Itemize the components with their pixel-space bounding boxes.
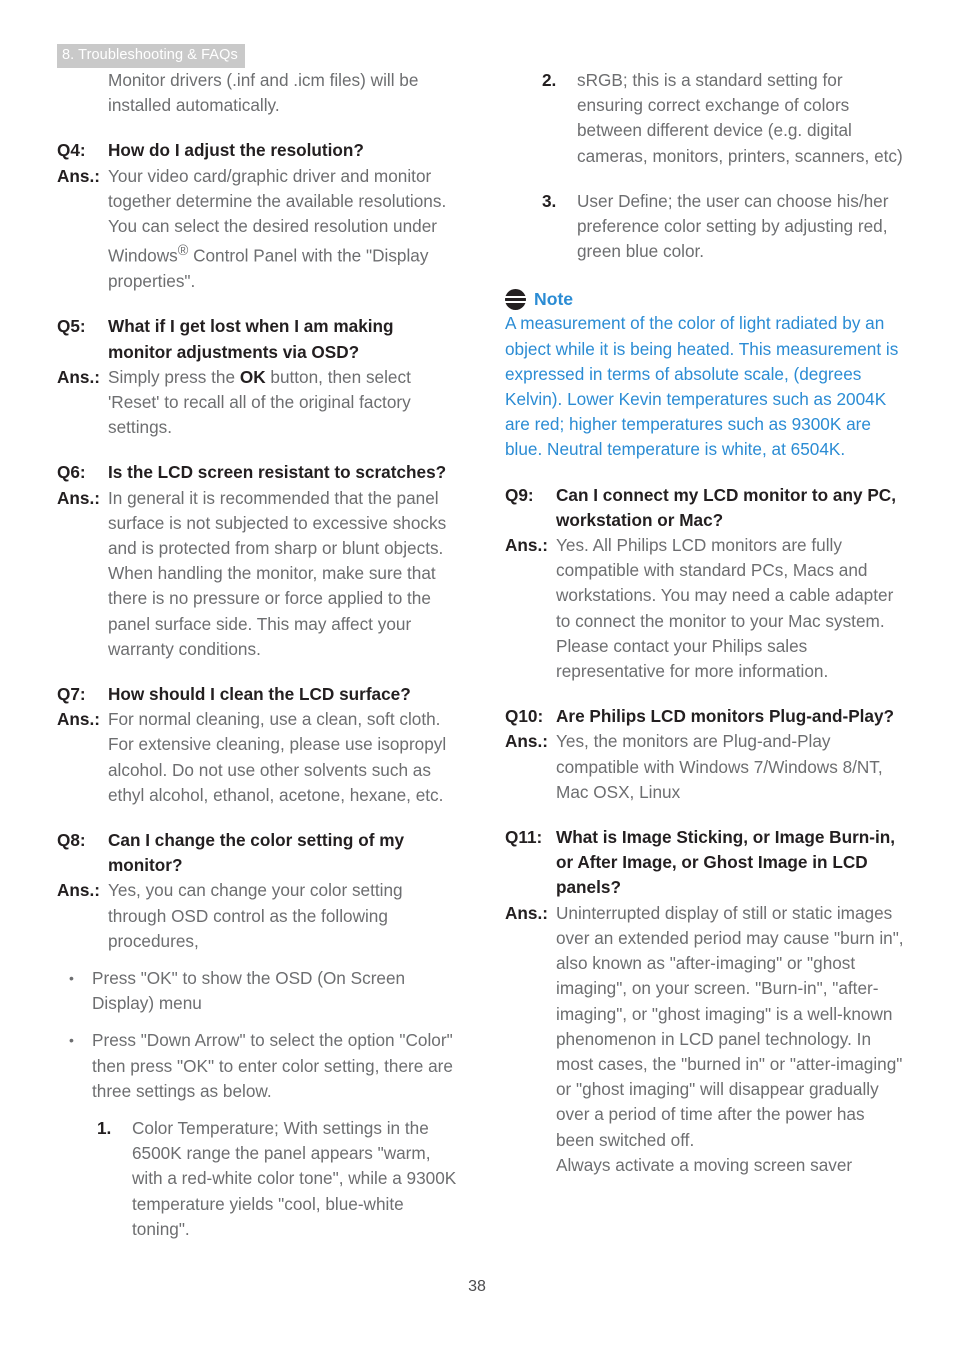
list-item: 3. User Define; the user can choose his/… bbox=[542, 189, 905, 265]
q11-label: Q11: bbox=[505, 827, 543, 848]
a11-label: Ans.: bbox=[505, 902, 548, 923]
list-number: 3. bbox=[542, 190, 557, 211]
q5-label: Q5: bbox=[57, 316, 86, 337]
bullet-text: Press "Down Arrow" to select the option … bbox=[92, 1030, 453, 1101]
note-title: Note bbox=[534, 289, 574, 310]
q9-label: Q9: bbox=[505, 484, 534, 505]
q10-text: Are Philips LCD monitors Plug-and-Play? bbox=[556, 706, 895, 727]
q8-text: Can I change the color setting of my mon… bbox=[108, 830, 405, 876]
a8-label: Ans.: bbox=[57, 880, 100, 901]
question-q4: Q4: How do I adjust the resolution? bbox=[57, 138, 457, 163]
q8-label: Q8: bbox=[57, 830, 86, 851]
list-text: Color Temperature; With settings in the … bbox=[132, 1118, 457, 1239]
q11-text: What is Image Sticking, or Image Burn-in… bbox=[556, 827, 896, 898]
answer-q9: Ans.: Yes. All Philips LCD monitors are … bbox=[505, 533, 905, 684]
a5-ok-keyword: OK bbox=[239, 366, 266, 387]
a7-text: For normal cleaning, use a clean, soft c… bbox=[108, 709, 447, 805]
question-q9: Q9: Can I connect my LCD monitor to any … bbox=[505, 483, 905, 533]
a6-text: In general it is recommended that the pa… bbox=[108, 487, 447, 659]
answer-q6: Ans.: In general it is recommended that … bbox=[57, 486, 457, 662]
document-page: 8. Troubleshooting & FAQs Monitor driver… bbox=[0, 0, 954, 1354]
note-icon-bar-top bbox=[505, 295, 526, 298]
note-icon-disc bbox=[505, 288, 526, 310]
question-q7: Q7: How should I clean the LCD surface? bbox=[57, 682, 457, 707]
answer-q11: Ans.: Uninterrupted display of still or … bbox=[505, 901, 905, 1153]
a4-label: Ans.: bbox=[57, 165, 100, 186]
left-column: Monitor drivers (.inf and .icm files) wi… bbox=[57, 68, 457, 1242]
question-q8: Q8: Can I change the color setting of my… bbox=[57, 828, 457, 878]
a5-text-part1: Simply press the bbox=[108, 366, 240, 387]
a9-label: Ans.: bbox=[505, 535, 548, 556]
note-body: A measurement of the color of light radi… bbox=[505, 313, 899, 460]
answer-q4: Ans.: Your video card/graphic driver and… bbox=[57, 164, 457, 295]
note-header: Note bbox=[505, 288, 905, 310]
q7-text: How should I clean the LCD surface? bbox=[108, 684, 411, 704]
a6-label: Ans.: bbox=[57, 487, 100, 508]
a5-text: Simply press the OK button, then select … bbox=[108, 365, 457, 441]
bullet-text: Press "OK" to show the OSD (On Screen Di… bbox=[92, 968, 406, 1014]
list-item: 1. Color Temperature; With settings in t… bbox=[97, 1116, 457, 1242]
q7-label: Q7: bbox=[57, 684, 86, 704]
a7-label: Ans.: bbox=[57, 709, 100, 730]
q4-text: How do I adjust the resolution? bbox=[108, 140, 364, 161]
intro-paragraph: Monitor drivers (.inf and .icm files) wi… bbox=[108, 70, 419, 116]
list-number: 2. bbox=[542, 70, 557, 90]
a4-registered-mark: ® bbox=[177, 243, 189, 260]
a10-text: Yes, the monitors are Plug-and-Play comp… bbox=[556, 731, 883, 802]
chapter-header: 8. Troubleshooting & FAQs bbox=[57, 44, 245, 68]
q6-text: Is the LCD screen resistant to scratches… bbox=[108, 462, 447, 483]
q9-text: Can I connect my LCD monitor to any PC, … bbox=[556, 484, 896, 530]
question-q10: Q10: Are Philips LCD monitors Plug-and-P… bbox=[505, 704, 905, 729]
bullet-icon: • bbox=[69, 970, 74, 987]
answer-q5: Ans.: Simply press the OK button, then s… bbox=[57, 365, 457, 441]
a10-label: Ans.: bbox=[505, 731, 548, 752]
a5-label: Ans.: bbox=[57, 366, 100, 387]
list-item: 2. sRGB; this is a standard setting for … bbox=[542, 68, 905, 169]
list-number: 1. bbox=[97, 1118, 112, 1139]
a9-text: Yes. All Philips LCD monitors are fully … bbox=[556, 535, 894, 682]
a11-text: Uninterrupted display of still or static… bbox=[556, 902, 904, 1150]
q6-label: Q6: bbox=[57, 462, 86, 483]
list-text: User Define; the user can choose his/her… bbox=[577, 190, 889, 262]
answer-q11-continued: Always activate a moving screen saver bbox=[556, 1154, 853, 1175]
note-circle-icon bbox=[505, 288, 526, 310]
bullet-icon: • bbox=[69, 1032, 74, 1049]
q10-label: Q10: bbox=[505, 706, 544, 727]
right-column: 2. sRGB; this is a standard setting for … bbox=[505, 68, 905, 1178]
question-q11: Q11: What is Image Sticking, or Image Bu… bbox=[505, 825, 905, 901]
note-icon-bar-bottom bbox=[505, 300, 526, 303]
q4-label: Q4: bbox=[57, 140, 86, 161]
q5-text: What if I get lost when I am making moni… bbox=[108, 316, 394, 362]
answer-q10: Ans.: Yes, the monitors are Plug-and-Pla… bbox=[505, 729, 905, 805]
note-callout: Note A measurement of the color of light… bbox=[505, 288, 905, 462]
list-item: • Press "Down Arrow" to select the optio… bbox=[66, 1028, 457, 1104]
question-q5: Q5: What if I get lost when I am making … bbox=[57, 314, 457, 364]
list-item: • Press "OK" to show the OSD (On Screen … bbox=[66, 966, 457, 1016]
list-text: sRGB; this is a standard setting for ens… bbox=[577, 70, 903, 166]
a4-text: Your video card/graphic driver and monit… bbox=[108, 164, 457, 295]
a8-text: Yes, you can change your color setting t… bbox=[108, 880, 403, 951]
answer-q7: Ans.: For normal cleaning, use a clean, … bbox=[57, 707, 457, 808]
page-number: 38 bbox=[468, 1278, 486, 1295]
question-q6: Q6: Is the LCD screen resistant to scrat… bbox=[57, 460, 457, 485]
answer-q8: Ans.: Yes, you can change your color set… bbox=[57, 878, 457, 954]
